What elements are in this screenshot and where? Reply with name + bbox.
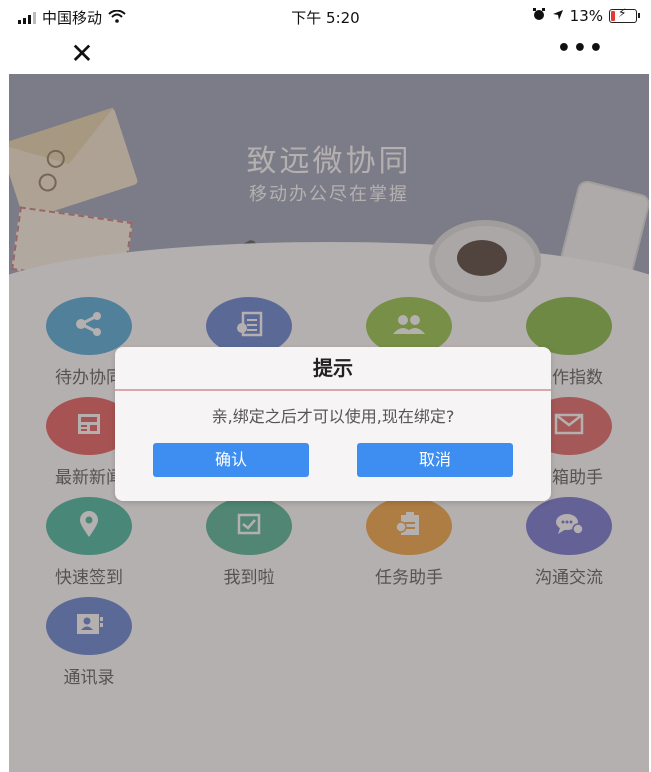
bind-prompt-dialog: 提示 亲,绑定之后才可以使用,现在绑定? 确认 取消: [115, 347, 551, 501]
carrier-name: 中国移动: [42, 9, 103, 27]
dialog-title: 提示: [313, 356, 353, 380]
status-bar: 中国移动 下午 5:20 13% ⚡: [0, 0, 651, 34]
more-options-button[interactable]: •••: [557, 36, 605, 61]
dialog-divider: [115, 389, 551, 391]
cancel-button[interactable]: 取消: [357, 443, 513, 477]
status-left: 中国移动: [18, 7, 126, 28]
battery-percent: 13%: [569, 7, 603, 25]
nav-bar: ✕ •••: [0, 34, 651, 74]
alarm-icon: [532, 7, 546, 25]
status-right: 13% ⚡: [532, 6, 640, 25]
dialog-message: 亲,绑定之后才可以使用,现在绑定?: [211, 407, 455, 426]
location-arrow-icon: [552, 7, 564, 25]
wifi-icon: [108, 9, 126, 27]
confirm-button[interactable]: 确认: [153, 443, 309, 477]
battery-icon: ⚡: [609, 6, 640, 23]
close-icon[interactable]: ✕: [62, 34, 102, 74]
signal-icon: [18, 11, 36, 24]
